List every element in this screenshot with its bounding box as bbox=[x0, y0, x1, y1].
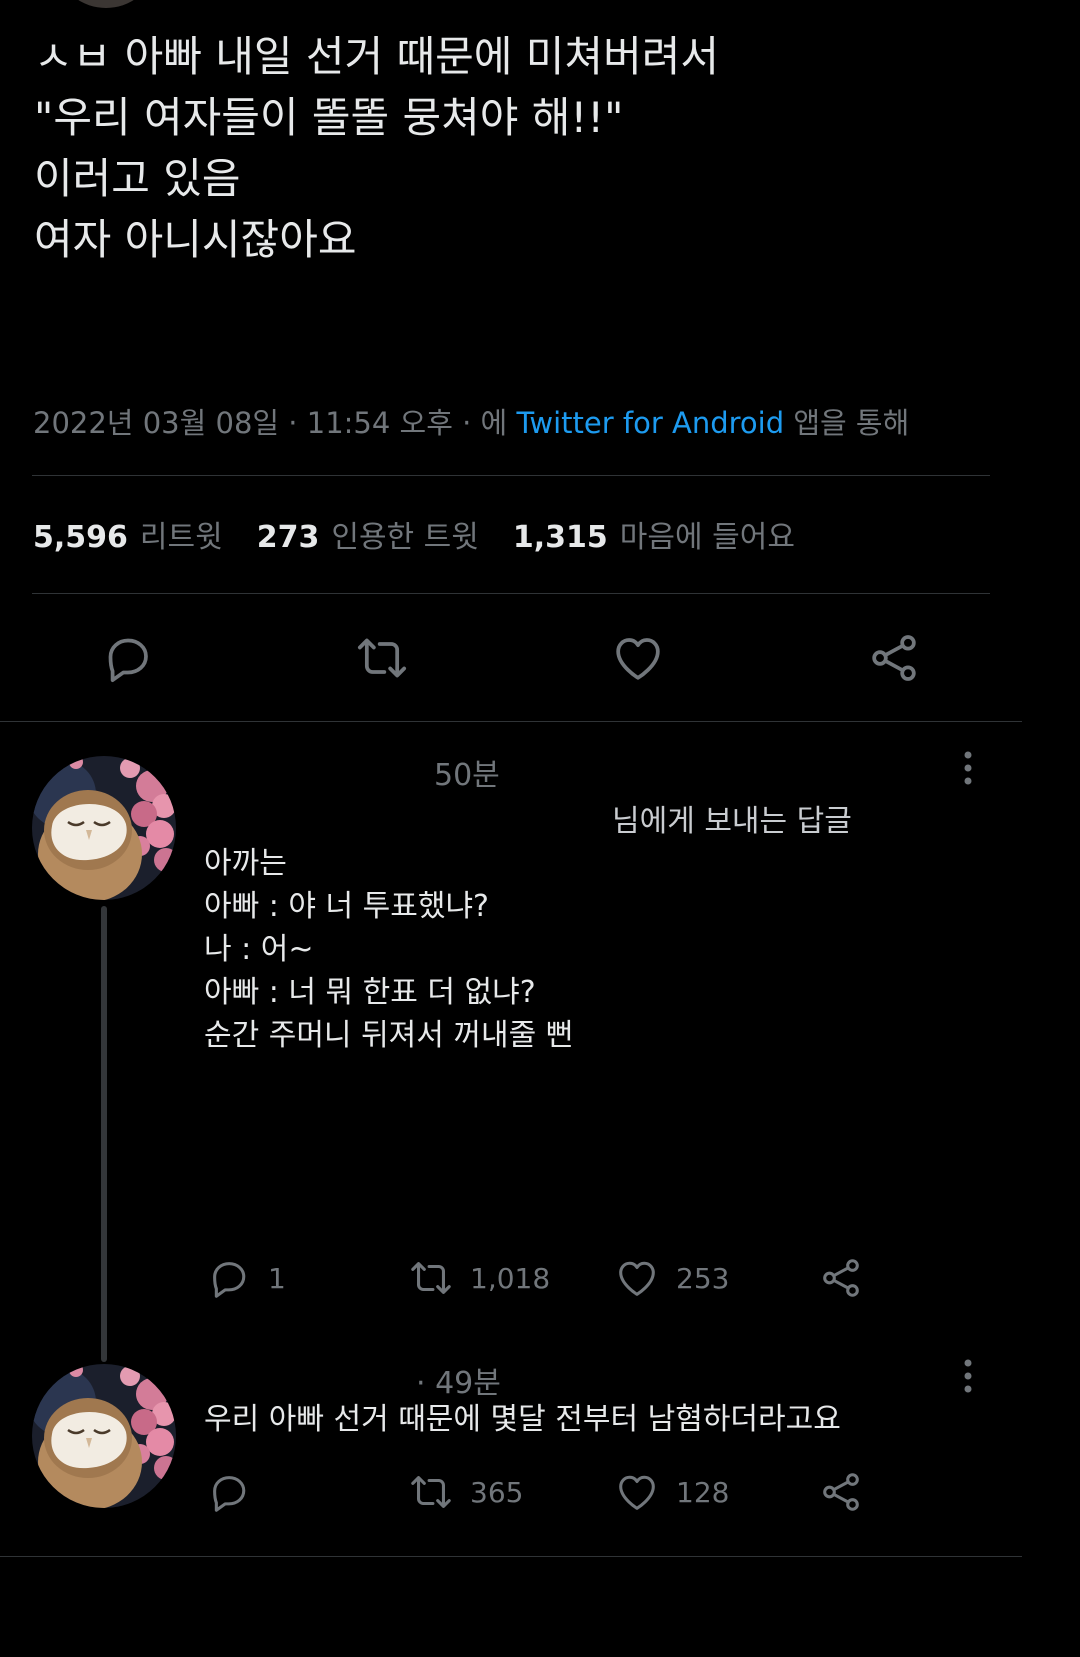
reply-text: 아까는 아빠 : 야 너 투표했냐? 나 : 어~ 아빠 : 너 뭐 한표 더 … bbox=[204, 842, 573, 1057]
heart-icon bbox=[610, 630, 666, 686]
retweet-icon bbox=[354, 630, 410, 686]
tweet-time: 11:54 오후 bbox=[306, 406, 453, 440]
tweet-line: "우리 여자들이 똘똘 뭉쳐야 해!!" bbox=[34, 93, 624, 142]
retweets-count: 5,596 bbox=[33, 520, 128, 555]
more-options-icon[interactable] bbox=[962, 1358, 974, 1394]
tweet-stats: 5,596 리트윗 273 인용한 트윗 1,315 마음에 들어요 bbox=[33, 512, 795, 556]
reply-line: 나 : 어~ bbox=[204, 932, 314, 967]
retweet-count: 1,018 bbox=[470, 1261, 551, 1295]
avatar[interactable] bbox=[32, 756, 176, 900]
owl-avatar-image bbox=[32, 1364, 176, 1508]
divider bbox=[0, 1556, 1022, 1557]
more-options-icon[interactable] bbox=[962, 750, 974, 786]
tweet-source-link[interactable]: Twitter for Android bbox=[516, 406, 784, 440]
tweet-text: ㅅㅂ 아빠 내일 선거 때문에 미쳐버려서 "우리 여자들이 똘똘 뭉쳐야 해!… bbox=[34, 26, 984, 270]
divider bbox=[32, 593, 990, 594]
share-button[interactable] bbox=[866, 630, 922, 686]
tweet-date: 2022년 03월 08일 bbox=[33, 406, 280, 440]
reply-time: · 49분 bbox=[416, 1366, 501, 1401]
reply-text: 우리 아빠 선거 때문에 몇달 전부터 남혐하더라고요 bbox=[204, 1398, 841, 1441]
reply-button[interactable]: 1 bbox=[206, 1256, 286, 1300]
avatar[interactable] bbox=[32, 1364, 176, 1508]
reply-icon bbox=[206, 1469, 252, 1515]
retweet-button[interactable] bbox=[354, 630, 410, 686]
tweet-line: 여자 아니시잖아요 bbox=[34, 215, 357, 264]
likes-stat[interactable]: 1,315 마음에 들어요 bbox=[513, 512, 795, 556]
reply-button[interactable] bbox=[206, 1470, 268, 1514]
owl-avatar-image bbox=[32, 756, 176, 900]
like-button[interactable]: 128 bbox=[614, 1470, 729, 1514]
meta-separator: · 에 bbox=[452, 406, 517, 440]
tweet-source-suffix: 앱을 통해 bbox=[784, 406, 910, 440]
reply-count: 1 bbox=[268, 1261, 286, 1295]
reply-line: 순간 주머니 뒤져서 꺼내줄 뻔 bbox=[204, 1018, 574, 1053]
reply-icon bbox=[100, 630, 156, 686]
quotes-count: 273 bbox=[256, 520, 320, 555]
likes-count: 1,315 bbox=[512, 520, 608, 555]
heart-icon bbox=[614, 1469, 660, 1515]
like-count: 253 bbox=[676, 1261, 730, 1295]
retweet-icon bbox=[408, 1255, 454, 1301]
main-tweet: ㅅㅂ 아빠 내일 선거 때문에 미쳐버려서 "우리 여자들이 똘똘 뭉쳐야 해!… bbox=[0, 0, 1022, 722]
divider bbox=[32, 475, 990, 476]
like-count: 128 bbox=[676, 1475, 730, 1509]
quotes-label: 인용한 트윗 bbox=[331, 520, 479, 555]
meta-separator: · bbox=[279, 406, 307, 440]
reply-line: 우리 아빠 선거 때문에 몇달 전부터 남혐하더라고요 bbox=[204, 1402, 841, 1437]
reply-line: 아까는 bbox=[204, 846, 287, 881]
retweets-label: 리트윗 bbox=[139, 520, 223, 555]
share-button[interactable] bbox=[818, 1470, 864, 1514]
reply-button[interactable] bbox=[100, 630, 156, 686]
thread-line bbox=[101, 906, 107, 1362]
quotes-stat[interactable]: 273 인용한 트윗 bbox=[257, 512, 479, 556]
tweet-line: 이러고 있음 bbox=[34, 154, 241, 203]
share-icon bbox=[866, 630, 922, 686]
tweet-line: ㅅㅂ 아빠 내일 선거 때문에 미쳐버려서 bbox=[34, 32, 719, 81]
retweet-button[interactable]: 1,018 bbox=[408, 1256, 550, 1300]
retweets-stat[interactable]: 5,596 리트윗 bbox=[33, 512, 223, 556]
share-button[interactable] bbox=[818, 1256, 864, 1300]
reply-line: 아빠 : 야 너 투표했냐? bbox=[204, 889, 489, 924]
retweet-icon bbox=[408, 1469, 454, 1515]
heart-icon bbox=[614, 1255, 660, 1301]
reply-line: 아빠 : 너 뭐 한표 더 없냐? bbox=[204, 975, 536, 1010]
likes-label: 마음에 들어요 bbox=[619, 520, 795, 555]
reply-icon bbox=[206, 1255, 252, 1301]
tweet-meta: 2022년 03월 08일 · 11:54 오후 · 에 Twitter for… bbox=[33, 400, 909, 442]
replying-to: 님에게 보내는 답글 bbox=[612, 804, 852, 839]
like-button[interactable]: 253 bbox=[614, 1256, 729, 1300]
like-button[interactable] bbox=[610, 630, 666, 686]
reply-tweet[interactable]: · 49분 우리 아빠 선거 때문에 몇달 전부터 남혐하더라고요 365 12… bbox=[0, 1340, 1022, 1556]
retweet-count: 365 bbox=[470, 1475, 524, 1509]
share-icon bbox=[818, 1469, 864, 1515]
reply-tweet[interactable]: 50분 님에게 보내는 답글 아까는 아빠 : 야 너 투표했냐? 나 : 어~… bbox=[0, 722, 1022, 1362]
reply-time: 50분 bbox=[434, 758, 500, 793]
share-icon bbox=[818, 1255, 864, 1301]
retweet-button[interactable]: 365 bbox=[408, 1470, 523, 1514]
